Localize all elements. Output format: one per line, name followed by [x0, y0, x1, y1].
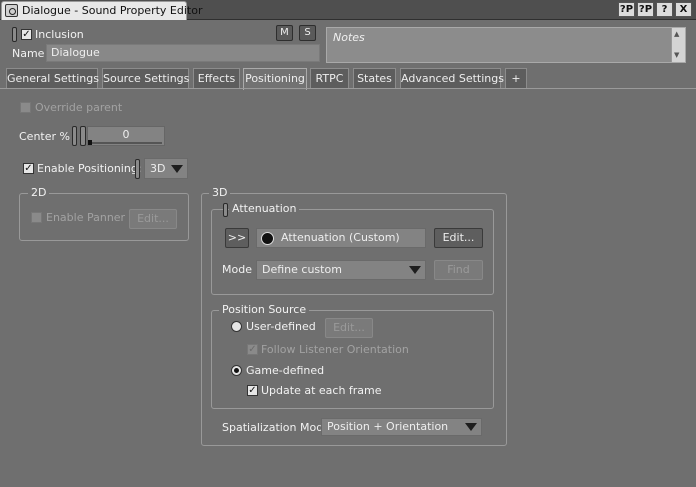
user-defined-label: User-defined [246, 320, 316, 333]
chevron-down-icon [171, 165, 183, 173]
attenuation-icon [261, 232, 274, 245]
spatialization-mode-dropdown[interactable]: Position + Orientation [321, 418, 482, 436]
position-edit-button[interactable]: Edit... [325, 318, 373, 338]
close-icon[interactable]: X [675, 2, 692, 17]
inclusion-label: Inclusion [35, 28, 84, 41]
attenuation-group [211, 209, 494, 295]
attenuation-edit-button[interactable]: Edit... [434, 228, 483, 248]
tab-source-settings[interactable]: Source Settings [102, 68, 189, 89]
name-label: Name [12, 47, 45, 60]
solo-button[interactable]: S [299, 25, 316, 41]
help-icon[interactable]: ? [656, 2, 673, 17]
group-2d-title: 2D [28, 186, 50, 199]
window-controls: ?P ?P ? X [618, 2, 692, 17]
notes-placeholder: Notes [333, 31, 365, 44]
notes-scrollbar[interactable]: ▲ ▼ [671, 28, 685, 62]
attenuation-selector[interactable]: Attenuation (Custom) [256, 228, 426, 248]
name-field[interactable]: Dialogue [46, 44, 320, 62]
positioning-mode-grip[interactable] [135, 159, 140, 179]
follow-listener-checkbox[interactable]: ✓ [247, 344, 258, 355]
spatialization-mode-value: Position + Orientation [327, 420, 449, 433]
update-each-frame-label: Update at each frame [261, 384, 382, 397]
follow-listener-label: Follow Listener Orientation [261, 343, 409, 356]
center-grip-handle[interactable] [72, 126, 77, 146]
attenuation-grip-handle[interactable] [223, 203, 228, 217]
enable-panner-checkbox[interactable] [31, 212, 42, 223]
center-label: Center % [19, 130, 70, 143]
tab-states[interactable]: States [353, 68, 396, 89]
tab-add[interactable]: + [505, 68, 527, 89]
find-button[interactable]: Find [434, 260, 483, 280]
center-slider[interactable]: 0 [87, 126, 165, 146]
inclusion-checkbox[interactable]: ✓ [21, 29, 32, 40]
panner-edit-button[interactable]: Edit... [129, 209, 177, 229]
chevron-down-icon [465, 423, 477, 431]
chevron-down-icon [409, 266, 421, 274]
game-defined-label: Game-defined [246, 364, 325, 377]
scroll-up-icon[interactable]: ▲ [674, 30, 679, 38]
attenuation-title: Attenuation [229, 202, 300, 215]
mute-button[interactable]: M [276, 25, 293, 41]
enable-positioning-label: Enable Positioning: [37, 162, 142, 175]
tab-general-settings[interactable]: General Settings [6, 68, 99, 89]
inclusion-grip-handle[interactable] [12, 27, 17, 42]
tab-rtpc[interactable]: RTPC [310, 68, 349, 89]
window-title: Dialogue - Sound Property Editor [22, 4, 203, 17]
tab-bar: General Settings Source Settings Effects… [0, 68, 696, 90]
enable-panner-label: Enable Panner [46, 211, 126, 224]
notes-field[interactable]: Notes ▲ ▼ [326, 27, 686, 63]
center-slider-track [90, 142, 162, 144]
tab-advanced-settings[interactable]: Advanced Settings [400, 68, 504, 89]
positioning-mode-value: 3D [150, 162, 166, 175]
override-parent-checkbox[interactable] [20, 102, 31, 113]
position-source-title: Position Source [219, 303, 310, 316]
tab-divider [0, 88, 696, 89]
game-defined-radio[interactable] [231, 365, 242, 376]
tab-positioning[interactable]: Positioning [243, 68, 307, 90]
user-defined-radio[interactable] [231, 321, 242, 332]
window-title-tab[interactable]: Dialogue - Sound Property Editor [1, 1, 202, 20]
positioning-mode-dropdown[interactable]: 3D [144, 158, 188, 179]
scroll-down-icon[interactable]: ▼ [674, 51, 679, 59]
group-3d-title: 3D [209, 186, 231, 199]
attenuation-value: Attenuation (Custom) [281, 231, 400, 244]
update-each-frame-checkbox[interactable]: ✓ [247, 385, 258, 396]
sound-editor-icon [5, 4, 18, 17]
center-value: 0 [122, 128, 130, 141]
attenuation-mode-value: Define custom [262, 263, 342, 276]
center-rtpc-handle[interactable] [80, 126, 86, 146]
attenuation-mode-dropdown[interactable]: Define custom [256, 260, 426, 280]
center-slider-thumb[interactable] [88, 140, 92, 145]
help-pin-icon[interactable]: ?P [618, 2, 635, 17]
tab-effects[interactable]: Effects [193, 68, 240, 89]
enable-positioning-checkbox[interactable]: ✓ [23, 163, 34, 174]
attenuation-navigate-button[interactable]: >> [225, 228, 249, 248]
help-unpin-icon[interactable]: ?P [637, 2, 654, 17]
attenuation-mode-label: Mode [222, 263, 252, 276]
override-parent-label: Override parent [35, 101, 123, 114]
spatialization-mode-label: Spatialization Mode [222, 421, 330, 434]
